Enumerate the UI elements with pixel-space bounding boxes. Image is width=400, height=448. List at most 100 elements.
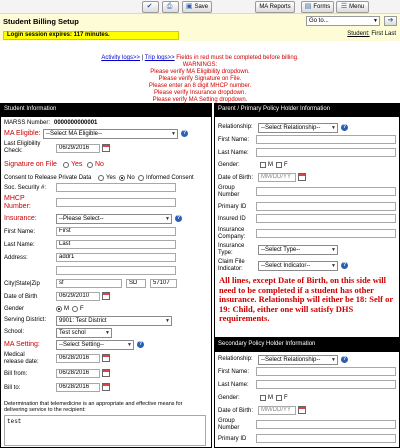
calendar-icon[interactable]	[298, 173, 306, 181]
bill-to-input[interactable]: 06/28/2016	[56, 383, 100, 392]
signature-no-radio[interactable]	[87, 162, 93, 168]
help-icon[interactable]: ?	[341, 262, 348, 269]
help-icon[interactable]: ?	[175, 215, 182, 222]
first-name-label: First Name:	[4, 229, 36, 235]
print-button[interactable]: ⎙	[162, 1, 179, 13]
save-label: Save	[194, 4, 209, 10]
check-icon: ✔	[146, 3, 153, 10]
help-icon[interactable]: ?	[137, 341, 144, 348]
mhcp-input[interactable]	[56, 198, 176, 207]
forms-label: Forms	[313, 4, 331, 10]
telemedicine-textarea[interactable]: test	[4, 415, 206, 446]
calendar-icon[interactable]	[102, 144, 110, 152]
last-eligibility-label-2: Check:	[4, 148, 23, 154]
warnings-list: WARNINGS: Please verify MA Eligibility d…	[0, 62, 400, 104]
city-input[interactable]: sf	[56, 279, 122, 288]
secondary-group-number-input[interactable]	[256, 420, 396, 429]
calendar-icon[interactable]	[102, 369, 110, 377]
forms-button[interactable]: ▤ Forms	[301, 1, 334, 13]
parent-group-label: Group	[218, 185, 235, 191]
informed-consent-radio[interactable]	[138, 175, 144, 181]
secondary-last-name-input[interactable]	[256, 380, 396, 389]
consent-no-radio[interactable]	[119, 175, 125, 181]
warning-item: Please enter an 8 digit MHCP number.	[148, 83, 252, 89]
parent-last-name-input[interactable]	[256, 148, 396, 157]
gender-f-radio[interactable]	[72, 306, 78, 312]
mhcp-label-2: Number:	[4, 203, 31, 210]
parent-group-number-input[interactable]	[256, 187, 396, 196]
calendar-icon[interactable]	[102, 354, 110, 362]
required-fields-note: Fields in red must be completed before b…	[176, 55, 299, 61]
warning-item: Please verify Insurance dropdown.	[153, 90, 247, 96]
other-insurance-notice: All lines, except Date of Birth, on this…	[219, 275, 393, 324]
medical-release-input[interactable]: 06/28/2016	[56, 354, 100, 363]
parent-claim-file-select[interactable]: --Select Indicator--	[258, 261, 338, 271]
ma-reports-button[interactable]: MA Reports	[255, 1, 295, 13]
secondary-info-header: Secondary Policy Holder Information	[214, 338, 400, 351]
ssn-input[interactable]	[56, 183, 176, 192]
signature-yes-radio[interactable]	[63, 162, 69, 168]
calendar-icon[interactable]	[298, 406, 306, 414]
student-label[interactable]: Student:	[347, 31, 369, 37]
help-icon[interactable]: ?	[181, 130, 188, 137]
trip-logs-link[interactable]: Trip logs>>	[145, 55, 175, 61]
secondary-relationship-select[interactable]: --Select Relationship--	[258, 355, 338, 365]
logs-line: Activity logs>> | Trip logs>> Fields in …	[0, 55, 400, 61]
calendar-icon[interactable]	[102, 383, 110, 391]
student-name-link[interactable]: Student: First Last	[347, 31, 396, 37]
session-expiry-notice: Login session expires: 117 minutes.	[3, 31, 179, 40]
parent-insured-id-input[interactable]	[256, 214, 396, 223]
parent-insurance-type-select[interactable]: --Select Type--	[258, 245, 338, 255]
parent-dob-input[interactable]: MM/DD/YY	[258, 173, 296, 182]
help-icon[interactable]: ?	[341, 356, 348, 363]
parent-gender-m-checkbox[interactable]	[260, 162, 266, 168]
insurance-select[interactable]: --Please Select--	[56, 214, 172, 224]
ma-eligible-select[interactable]: --Select MA Eligible--	[43, 129, 178, 139]
parent-group-label-2: Number	[218, 192, 240, 198]
first-name-input[interactable]: First	[56, 227, 176, 236]
parent-gender-f-checkbox[interactable]	[276, 162, 282, 168]
last-eligibility-input[interactable]: 06/29/2016	[56, 144, 100, 153]
secondary-gender-m-checkbox[interactable]	[260, 395, 266, 401]
menu-button[interactable]: ☰ Menu	[336, 1, 369, 13]
medical-release-label: Medical	[4, 352, 25, 358]
gender-m-radio[interactable]	[56, 306, 62, 312]
consent-yes-radio[interactable]	[98, 175, 104, 181]
arrow-right-icon: ➔	[387, 17, 394, 24]
last-name-input[interactable]: Last	[56, 240, 176, 249]
consent-no-label: No	[127, 175, 135, 181]
save-button[interactable]: ▣ Save	[182, 1, 212, 13]
relationship-label: Relationship:	[218, 124, 253, 130]
parent-insurance-type-label: Insurance	[218, 243, 245, 249]
save-icon: ▣	[185, 3, 193, 10]
secondary-primary-id-input[interactable]	[256, 434, 396, 443]
marss-value: 0000000000001	[54, 120, 98, 126]
last-name-label: Last Name:	[4, 242, 35, 248]
relationship-select[interactable]: --Select Relationship--	[258, 123, 338, 133]
parent-primary-id-label: Primary ID	[218, 204, 247, 210]
student-info-header: Student Information	[0, 103, 212, 116]
goto-button[interactable]: ➔	[384, 16, 397, 26]
ma-setting-select[interactable]: --Select Setting--	[56, 340, 134, 350]
calendar-icon[interactable]	[102, 292, 110, 300]
check-button[interactable]: ✔	[142, 1, 159, 13]
state-input[interactable]: SD	[126, 279, 146, 288]
parent-insurance-company-input[interactable]	[256, 229, 396, 238]
dob-input[interactable]: 06/29/2010	[56, 292, 100, 301]
ssn-label: Soc. Security #:	[4, 185, 47, 191]
secondary-first-name-input[interactable]	[256, 367, 396, 376]
parent-first-name-input[interactable]	[256, 135, 396, 144]
secondary-dob-input[interactable]: MM/DD/YY	[258, 406, 296, 415]
bill-to-label: Bill to:	[4, 385, 21, 391]
help-icon[interactable]: ?	[341, 124, 348, 131]
zip-input[interactable]: 57107	[150, 279, 177, 288]
parent-primary-id-input[interactable]	[256, 202, 396, 211]
address-line2-input[interactable]	[56, 266, 176, 275]
bill-from-input[interactable]: 06/28/2016	[56, 369, 100, 378]
serving-district-select[interactable]: 9901: Test District	[56, 316, 172, 326]
activity-logs-link[interactable]: Activity logs>>	[101, 55, 140, 61]
school-select[interactable]: Test schol	[56, 328, 112, 338]
goto-select[interactable]: Go to...	[306, 16, 380, 26]
address-input[interactable]: addr1	[56, 253, 176, 262]
secondary-gender-f-checkbox[interactable]	[276, 395, 282, 401]
